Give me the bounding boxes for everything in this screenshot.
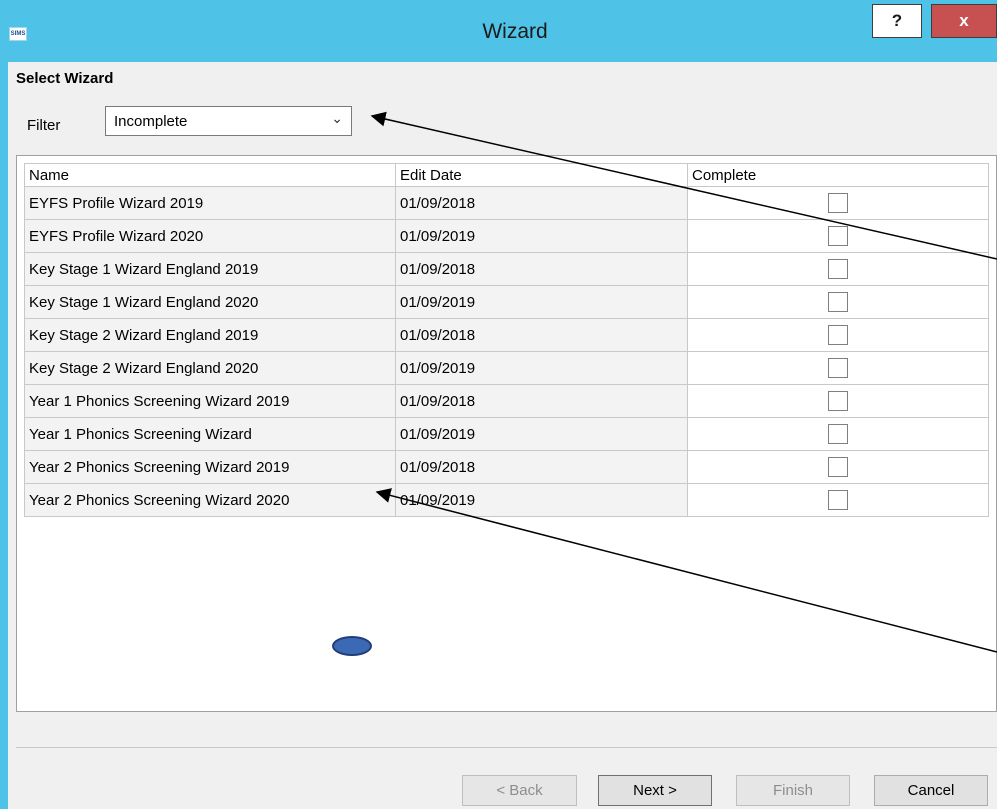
table-row[interactable]: EYFS Profile Wizard 2020 01/09/2019 <box>24 219 989 253</box>
table-row[interactable]: Key Stage 2 Wizard England 2019 01/09/20… <box>24 318 989 352</box>
cancel-button[interactable]: Cancel <box>874 775 988 806</box>
finish-button[interactable]: Finish <box>736 775 850 806</box>
cell-edit-date[interactable]: 01/09/2019 <box>395 351 688 385</box>
cell-edit-date[interactable]: 01/09/2019 <box>395 417 688 451</box>
table-row-selected[interactable]: Year 1 Phonics Screening Wizard 01/09/20… <box>24 417 989 451</box>
cell-complete <box>687 483 989 517</box>
cell-complete <box>687 318 989 352</box>
column-header-name[interactable]: Name <box>24 163 396 187</box>
cell-edit-date[interactable]: 01/09/2019 <box>395 219 688 253</box>
cell-complete <box>687 417 989 451</box>
wizard-grid[interactable]: Name Edit Date Complete EYFS Profile Wiz… <box>16 155 997 712</box>
table-row[interactable]: Year 1 Phonics Screening Wizard 2019 01/… <box>24 384 989 418</box>
complete-checkbox[interactable] <box>828 325 848 345</box>
table-row[interactable]: EYFS Profile Wizard 2019 01/09/2018 <box>24 186 989 220</box>
cell-name[interactable]: Year 1 Phonics Screening Wizard 2019 <box>24 384 396 418</box>
cell-edit-date[interactable]: 01/09/2018 <box>395 450 688 484</box>
cell-name[interactable]: Key Stage 1 Wizard England 2020 <box>24 285 396 319</box>
filter-selected-value: Incomplete <box>114 113 188 130</box>
table-row[interactable]: Year 2 Phonics Screening Wizard 2019 01/… <box>24 450 989 484</box>
chevron-down-icon: ⌄ <box>331 110 343 126</box>
cell-complete <box>687 219 989 253</box>
cell-edit-date[interactable]: 01/09/2018 <box>395 252 688 286</box>
cell-name[interactable]: Year 1 Phonics Screening Wizard <box>24 417 396 451</box>
complete-checkbox[interactable] <box>828 457 848 477</box>
table-row[interactable]: Year 2 Phonics Screening Wizard 2020 01/… <box>24 483 989 517</box>
grid-header-row: Name Edit Date Complete <box>24 163 989 187</box>
redaction-mark <box>332 636 372 656</box>
dialog-body: Select Wizard Filter Incomplete ⌄ Name E… <box>8 62 997 809</box>
column-header-complete[interactable]: Complete <box>687 163 989 187</box>
table-row[interactable]: Key Stage 2 Wizard England 2020 01/09/20… <box>24 351 989 385</box>
next-button[interactable]: Next > <box>598 775 712 806</box>
cell-name[interactable]: Key Stage 2 Wizard England 2019 <box>24 318 396 352</box>
cell-name[interactable]: EYFS Profile Wizard 2020 <box>24 219 396 253</box>
cell-complete <box>687 186 989 220</box>
cell-complete <box>687 351 989 385</box>
table-row[interactable]: Key Stage 1 Wizard England 2019 01/09/20… <box>24 252 989 286</box>
cell-name[interactable]: Year 2 Phonics Screening Wizard 2019 <box>24 450 396 484</box>
section-title: Select Wizard <box>16 70 114 87</box>
wizard-table: Name Edit Date Complete EYFS Profile Wiz… <box>24 163 989 517</box>
help-button[interactable]: ? <box>872 4 922 38</box>
cell-edit-date[interactable]: 01/09/2018 <box>395 318 688 352</box>
complete-checkbox[interactable] <box>828 391 848 411</box>
close-button[interactable]: x <box>931 4 997 38</box>
complete-checkbox[interactable] <box>828 226 848 246</box>
complete-checkbox[interactable] <box>828 358 848 378</box>
back-button[interactable]: < Back <box>462 775 577 806</box>
cell-complete <box>687 252 989 286</box>
cell-edit-date[interactable]: 01/09/2019 <box>395 285 688 319</box>
title-bar[interactable]: SIMS Wizard ? x <box>0 0 997 62</box>
cell-name[interactable]: Key Stage 2 Wizard England 2020 <box>24 351 396 385</box>
cell-name[interactable]: EYFS Profile Wizard 2019 <box>24 186 396 220</box>
cell-complete <box>687 450 989 484</box>
cell-edit-date[interactable]: 01/09/2018 <box>395 384 688 418</box>
cell-edit-date[interactable]: 01/09/2019 <box>395 483 688 517</box>
column-header-edit-date[interactable]: Edit Date <box>395 163 688 187</box>
complete-checkbox[interactable] <box>828 292 848 312</box>
complete-checkbox[interactable] <box>828 259 848 279</box>
table-row[interactable]: Key Stage 1 Wizard England 2020 01/09/20… <box>24 285 989 319</box>
wizard-window: SIMS Wizard ? x Select Wizard Filter Inc… <box>0 0 997 809</box>
cell-edit-date[interactable]: 01/09/2018 <box>395 186 688 220</box>
filter-dropdown[interactable]: Incomplete ⌄ <box>105 106 352 136</box>
cell-complete <box>687 384 989 418</box>
window-title: Wizard <box>482 20 548 43</box>
cell-complete <box>687 285 989 319</box>
filter-label: Filter <box>27 117 61 134</box>
complete-checkbox[interactable] <box>828 424 848 444</box>
complete-checkbox[interactable] <box>828 193 848 213</box>
footer-divider <box>16 747 997 748</box>
cell-name[interactable]: Year 2 Phonics Screening Wizard 2020 <box>24 483 396 517</box>
cell-name[interactable]: Key Stage 1 Wizard England 2019 <box>24 252 396 286</box>
complete-checkbox[interactable] <box>828 490 848 510</box>
